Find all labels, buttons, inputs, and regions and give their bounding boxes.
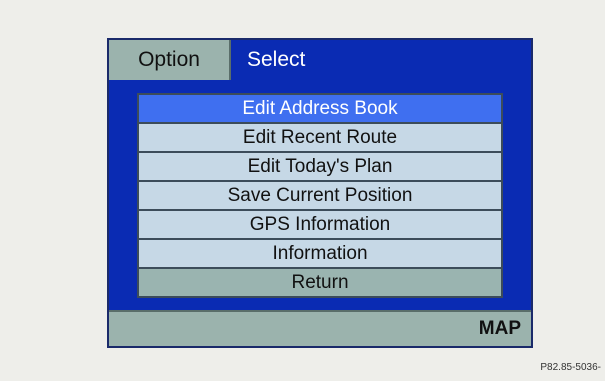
menu-item-label: Return [291,271,349,293]
menu-item-label: Edit Today's Plan [247,155,393,177]
option-menu: Edit Address Book Edit Recent Route Edit… [137,93,503,298]
menu-item-save-current-position[interactable]: Save Current Position [139,182,501,209]
menu-item-edit-address-book[interactable]: Edit Address Book [139,95,501,122]
map-button[interactable]: MAP [479,312,521,346]
menu-item-label: GPS Information [249,213,391,235]
figure-caption: P82.85-5036- [540,362,601,373]
tab-select-label: Select [247,48,306,71]
menu-item-label: Information [272,242,368,264]
tab-select[interactable]: Select [247,40,305,80]
menu-item-edit-recent-route[interactable]: Edit Recent Route [139,124,501,151]
navigation-screen: Option Select Edit Address Book Edit Rec… [107,38,533,348]
menu-item-gps-information[interactable]: GPS Information [139,211,501,238]
menu-item-label: Edit Recent Route [242,126,398,148]
menu-item-label: Edit Address Book [242,97,398,119]
menu-item-information[interactable]: Information [139,240,501,267]
menu-item-return[interactable]: Return [139,269,501,296]
map-button-label: MAP [478,318,521,339]
tab-option[interactable]: Option [109,40,231,80]
tab-option-label: Option [138,48,200,71]
menu-item-edit-todays-plan[interactable]: Edit Today's Plan [139,153,501,180]
menu-item-label: Save Current Position [227,184,413,206]
bottom-bar: MAP [109,310,531,346]
